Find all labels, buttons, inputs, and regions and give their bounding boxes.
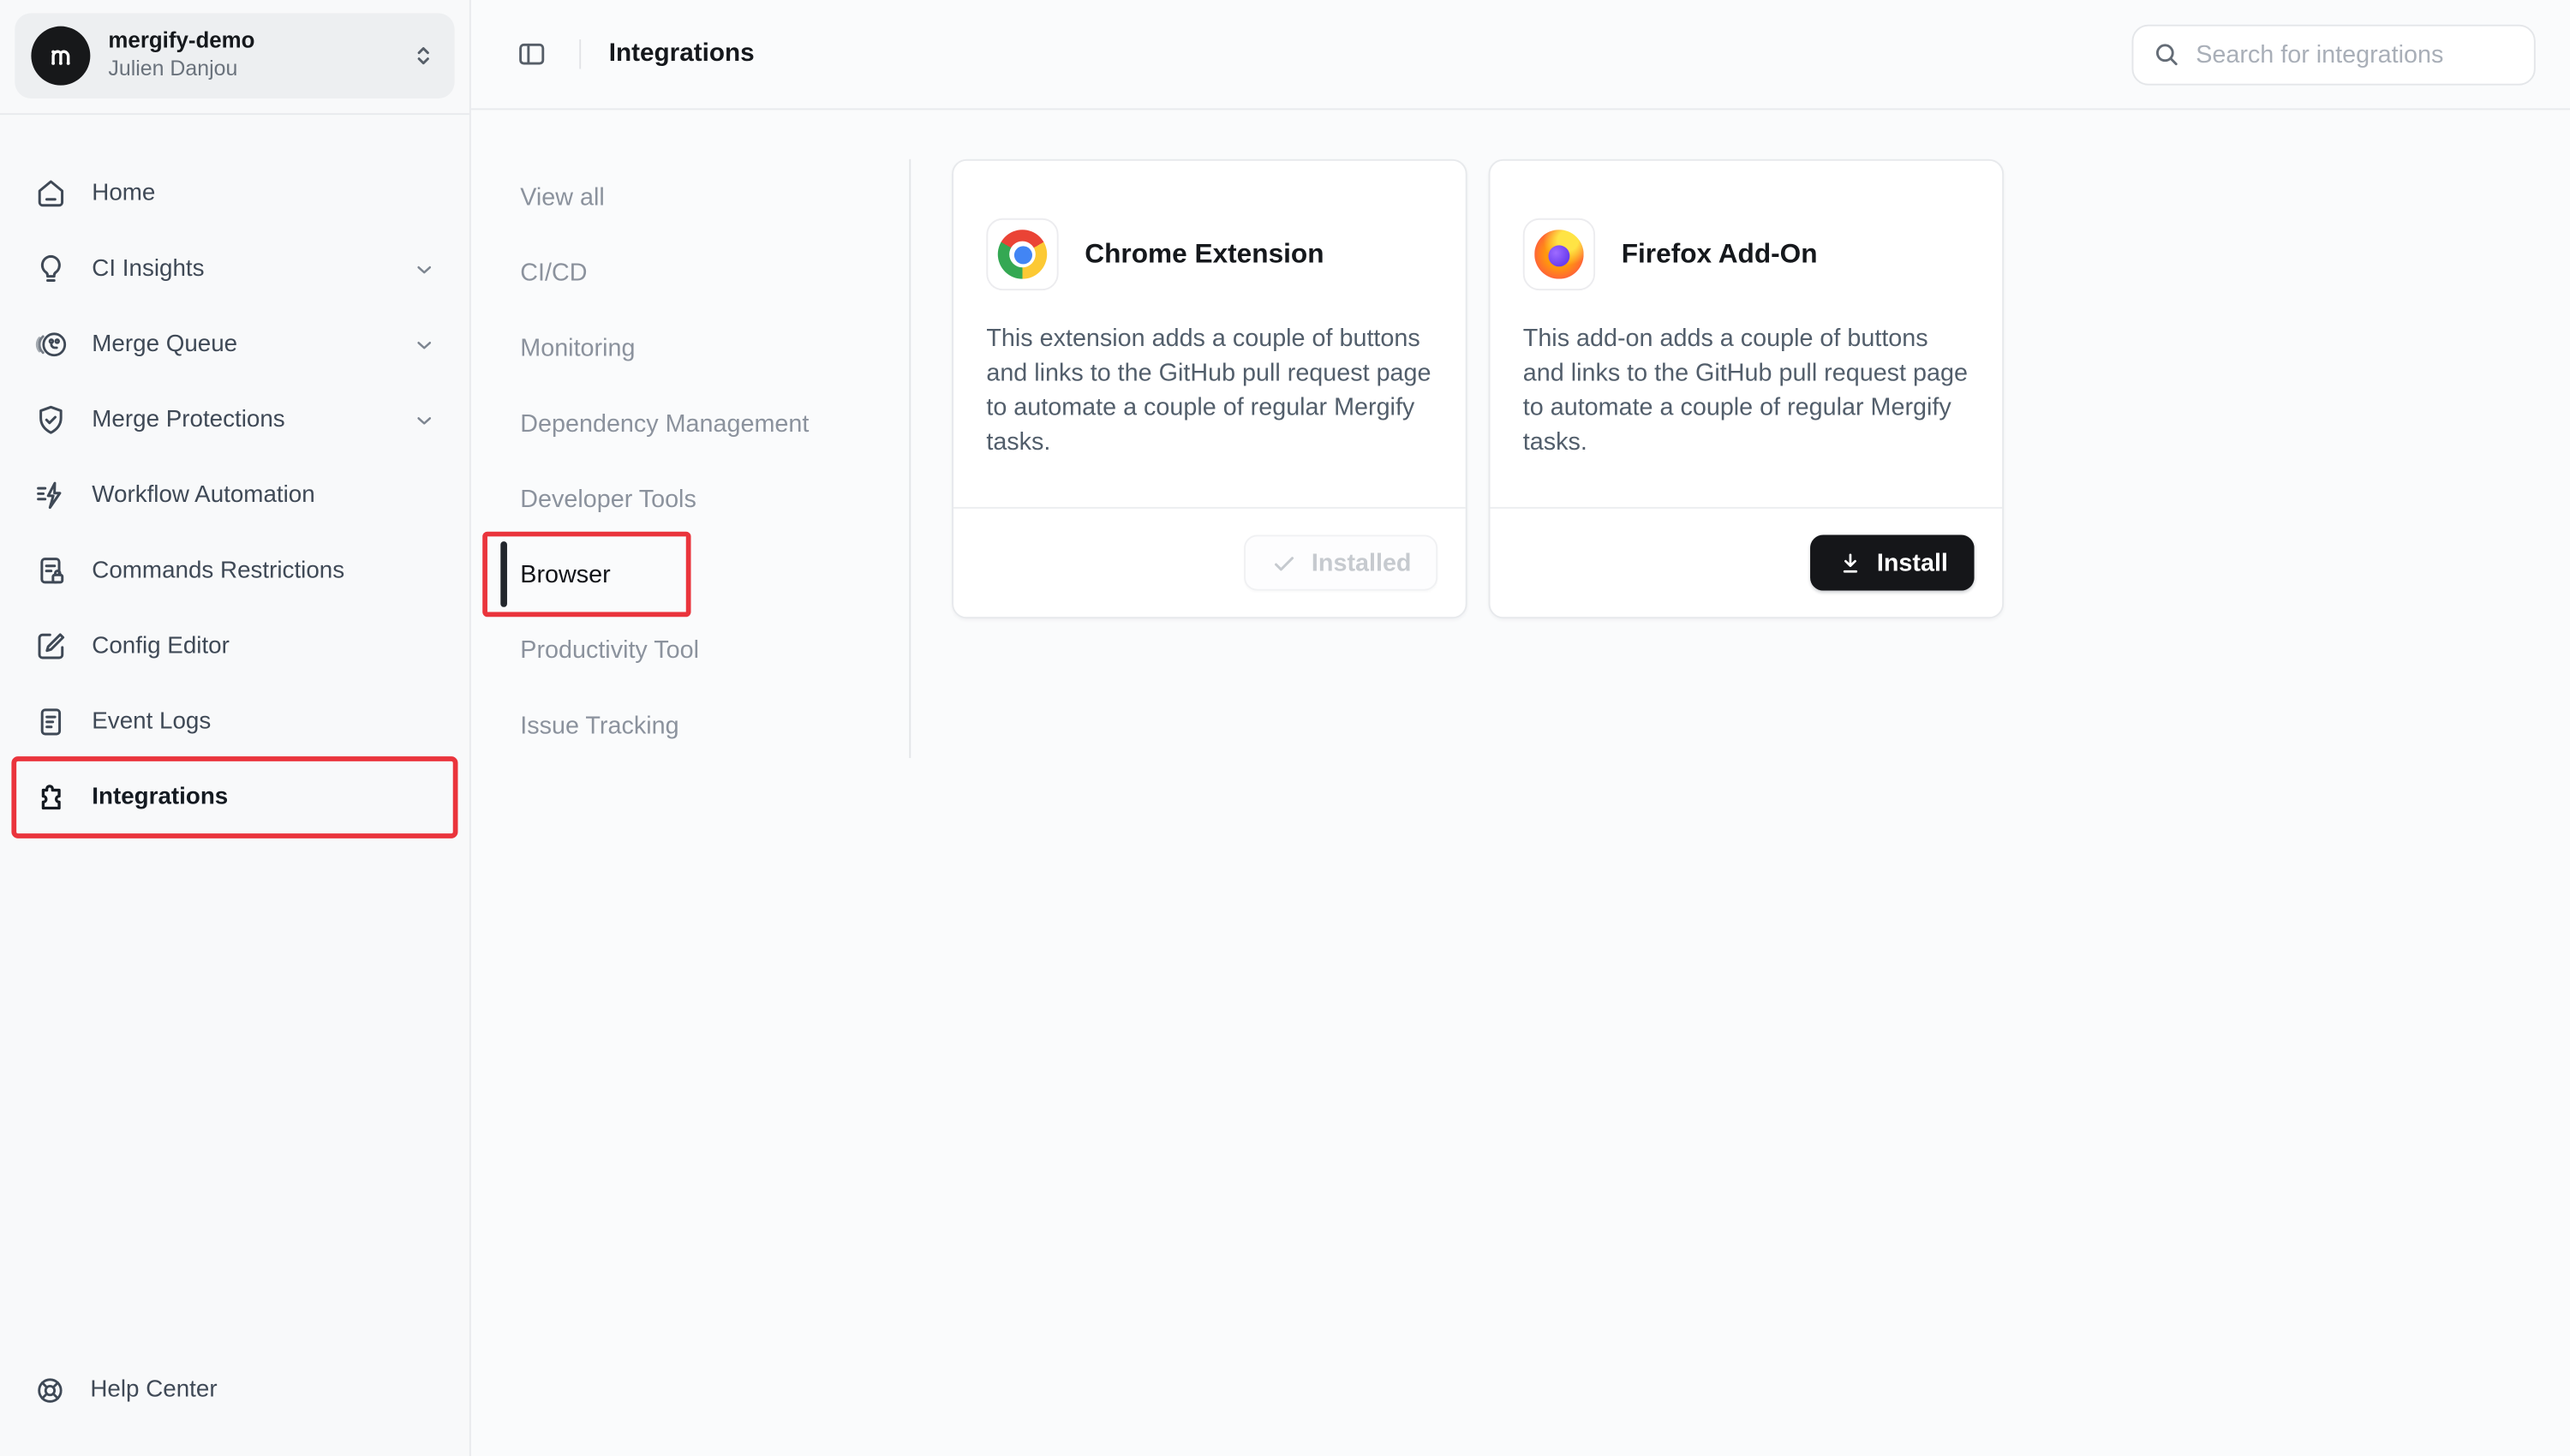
document-lock-icon bbox=[33, 553, 69, 589]
sidebar-item-commands-restrictions[interactable]: Commands Restrictions bbox=[15, 535, 454, 607]
panel-left-icon bbox=[516, 38, 548, 70]
integration-card-firefox-add-on: Firefox Add-On This add-on adds a couple… bbox=[1489, 159, 2005, 618]
merge-queue-icon bbox=[33, 326, 69, 362]
category-browser[interactable]: Browser bbox=[520, 536, 909, 612]
category-label: CI/CD bbox=[520, 259, 587, 287]
category-label: Browser bbox=[520, 560, 610, 588]
category-label: Issue Tracking bbox=[520, 711, 678, 739]
sidebar-item-ci-insights[interactable]: CI Insights bbox=[15, 233, 454, 305]
category-dependency-management[interactable]: Dependency Management bbox=[520, 385, 909, 461]
category-ci-cd[interactable]: CI/CD bbox=[520, 235, 909, 310]
sidebar-item-label: Merge Queue bbox=[92, 331, 412, 358]
card-footer: Installed bbox=[953, 507, 1466, 617]
sidebar-item-merge-protections[interactable]: Merge Protections bbox=[15, 384, 454, 456]
home-icon bbox=[33, 176, 69, 212]
sidebar-item-label: Workflow Automation bbox=[92, 482, 436, 509]
sidebar-nav: Home CI Insights Merge Queue bbox=[0, 115, 469, 833]
workspace-name: mergify-demo bbox=[108, 28, 409, 56]
firefox-logo-icon bbox=[1534, 230, 1583, 278]
shield-check-icon bbox=[33, 402, 69, 438]
chrome-logo-tile bbox=[986, 218, 1058, 290]
category-label: Developer Tools bbox=[520, 485, 696, 513]
selected-category-indicator bbox=[500, 541, 506, 607]
sidebar-toggle-button[interactable] bbox=[507, 29, 556, 78]
category-view-all[interactable]: View all bbox=[520, 159, 909, 235]
installed-button: Installed bbox=[1244, 535, 1437, 591]
sidebar-item-label: CI Insights bbox=[92, 256, 412, 283]
sidebar-item-config-editor[interactable]: Config Editor bbox=[15, 611, 454, 683]
chevron-up-down-icon bbox=[409, 41, 438, 70]
category-developer-tools[interactable]: Developer Tools bbox=[520, 461, 909, 536]
integrations-content: View all CI/CD Monitoring Dependency Man… bbox=[471, 110, 2570, 1456]
life-buoy-icon bbox=[33, 1372, 67, 1406]
sidebar-item-home[interactable]: Home bbox=[15, 158, 454, 230]
sidebar-item-label: Commands Restrictions bbox=[92, 558, 436, 584]
category-label: Monitoring bbox=[520, 334, 635, 362]
chrome-logo-icon bbox=[998, 230, 1047, 278]
integration-card-chrome-extension: Chrome Extension This extension adds a c… bbox=[952, 159, 1467, 618]
card-footer: Install bbox=[1490, 507, 2002, 617]
sidebar-item-integrations[interactable]: Integrations bbox=[15, 761, 454, 833]
integration-description: This extension adds a couple of buttons … bbox=[953, 290, 1466, 459]
category-issue-tracking[interactable]: Issue Tracking bbox=[520, 688, 909, 763]
category-monitoring[interactable]: Monitoring bbox=[520, 310, 909, 385]
sidebar-item-label: Integrations bbox=[92, 785, 436, 811]
sidebar-item-workflow-automation[interactable]: Workflow Automation bbox=[15, 459, 454, 531]
chevron-down-icon bbox=[412, 408, 437, 433]
category-label: View all bbox=[520, 183, 605, 212]
event-logs-icon bbox=[33, 704, 69, 740]
workflow-automation-icon bbox=[33, 477, 69, 513]
check-icon bbox=[1270, 549, 1299, 577]
page-title: Integrations bbox=[609, 39, 755, 69]
category-productivity-tool[interactable]: Productivity Tool bbox=[520, 612, 909, 688]
install-button-label: Install bbox=[1877, 549, 1948, 577]
integration-title: Firefox Add-On bbox=[1622, 239, 1818, 270]
search-input[interactable] bbox=[2196, 40, 2516, 69]
installed-button-label: Installed bbox=[1312, 549, 1412, 577]
firefox-logo-tile bbox=[1523, 218, 1595, 290]
install-button[interactable]: Install bbox=[1809, 535, 1974, 591]
topbar-divider bbox=[579, 39, 581, 69]
lightbulb-icon bbox=[33, 251, 69, 287]
sidebar-item-label: Event Logs bbox=[92, 709, 436, 736]
sidebar-item-merge-queue[interactable]: Merge Queue bbox=[15, 308, 454, 380]
mergify-logo-avatar bbox=[31, 27, 90, 86]
sidebar-item-label: Home bbox=[92, 181, 436, 207]
help-center-label: Help Center bbox=[90, 1376, 217, 1403]
workspace-owner: Julien Danjou bbox=[108, 57, 409, 83]
chevron-down-icon bbox=[412, 257, 437, 282]
puzzle-icon bbox=[33, 779, 69, 815]
search-box[interactable] bbox=[2132, 24, 2536, 85]
integration-description: This add-on adds a couple of buttons and… bbox=[1490, 290, 2002, 459]
workspace-switcher[interactable]: mergify-demo Julien Danjou bbox=[15, 13, 454, 98]
mergify-logo-icon bbox=[43, 38, 79, 74]
sidebar: mergify-demo Julien Danjou Home bbox=[0, 0, 471, 1456]
topbar: Integrations bbox=[471, 0, 2570, 110]
download-icon bbox=[1836, 549, 1864, 577]
sidebar-item-event-logs[interactable]: Event Logs bbox=[15, 686, 454, 758]
help-center-link[interactable]: Help Center bbox=[15, 1357, 454, 1423]
category-list: View all CI/CD Monitoring Dependency Man… bbox=[471, 110, 909, 762]
integration-cards: Chrome Extension This extension adds a c… bbox=[911, 110, 2004, 618]
config-editor-icon bbox=[33, 629, 69, 665]
category-label: Dependency Management bbox=[520, 409, 809, 438]
chevron-down-icon bbox=[412, 332, 437, 357]
search-icon bbox=[2151, 39, 2180, 69]
app-window: mergify-demo Julien Danjou Home bbox=[0, 0, 2570, 1456]
sidebar-item-label: Merge Protections bbox=[92, 407, 412, 433]
main-area: Integrations View all CI/CD Monitoring D… bbox=[471, 0, 2570, 1456]
integration-title: Chrome Extension bbox=[1085, 239, 1324, 270]
category-label: Productivity Tool bbox=[520, 636, 699, 664]
sidebar-item-label: Config Editor bbox=[92, 633, 436, 659]
